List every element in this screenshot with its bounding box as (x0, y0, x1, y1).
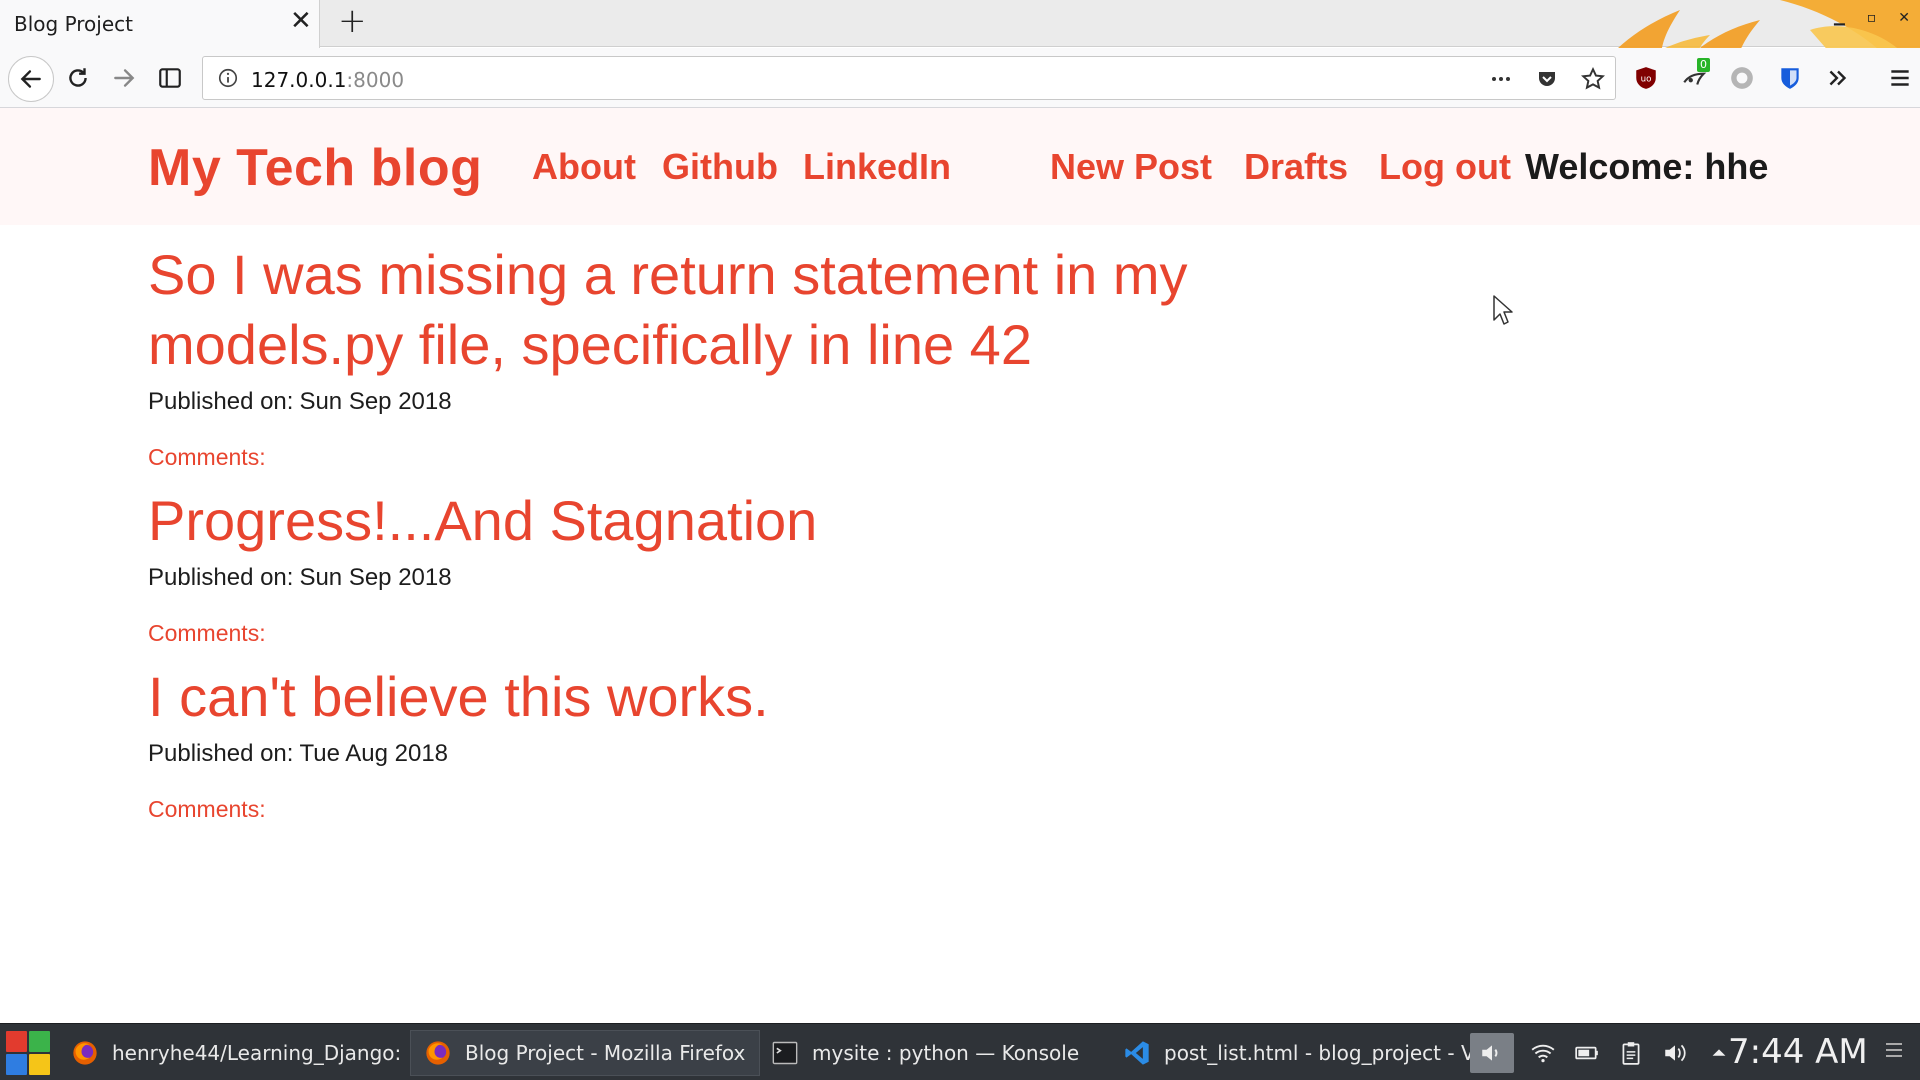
post-date-value: Tue Aug 2018 (299, 740, 449, 767)
tab-title: Blog Project (14, 12, 133, 36)
post-date-value: Sun Sep 2018 (299, 388, 452, 415)
post-comments-link[interactable]: Comments: (148, 444, 1228, 471)
post-title-link[interactable]: So I was missing a return statement in m… (148, 240, 1228, 380)
wifi-icon[interactable] (1528, 1038, 1558, 1068)
taskbar-clock[interactable]: 7:44 AM (1728, 1032, 1868, 1072)
close-tab-icon[interactable]: ✕ (290, 8, 312, 34)
taskbar-item-firefox[interactable]: Blog Project - Mozilla Firefox (410, 1030, 760, 1076)
nav-link-log-out[interactable]: Log out (1379, 146, 1511, 188)
post-date-label: Published on: (148, 564, 294, 591)
welcome-user: Welcome: hhe (1525, 146, 1769, 187)
forward-arrow-icon (114, 69, 135, 87)
site-header: My Tech blog About Github LinkedIn New P… (0, 108, 1920, 225)
nav-link-new-post[interactable]: New Post (1050, 146, 1212, 188)
post-date-label: Published on: (148, 388, 294, 415)
grey-circle-extension-icon[interactable] (1726, 58, 1758, 98)
close-window-icon[interactable]: ✕ (1898, 10, 1910, 26)
vscode-icon (1122, 1038, 1152, 1068)
post-date: Published on: Sun Sep 2018 (148, 388, 1228, 416)
start-tile-blue (6, 1054, 27, 1075)
sidebar-icon (159, 68, 181, 88)
tab-strip: Blog Project ✕ + ▁ ▫ ✕ (0, 0, 1920, 108)
extension-badge: 0 (1697, 58, 1710, 72)
battery-icon[interactable] (1572, 1038, 1602, 1068)
url-host: 127.0.0.1 (251, 68, 347, 92)
taskbar-item-github[interactable]: henryhe44/Learning_Django: Li... (58, 1030, 406, 1076)
overflow-menu-icon[interactable] (1822, 58, 1854, 98)
start-tile-red (6, 1031, 27, 1052)
bitwarden-icon[interactable] (1774, 58, 1806, 98)
post-title-link[interactable]: I can't believe this works. (148, 662, 1228, 732)
nav-link-github[interactable]: Github (662, 146, 778, 188)
post-title-link[interactable]: Progress!...And Stagnation (148, 486, 1228, 556)
speaker-muted-icon[interactable] (1470, 1033, 1514, 1073)
nav-link-drafts[interactable]: Drafts (1244, 146, 1348, 188)
maximize-icon[interactable]: ▫ (1867, 10, 1877, 26)
taskbar-item-label: henryhe44/Learning_Django: Li... (112, 1041, 406, 1065)
system-tray (1470, 1030, 1734, 1076)
mouse-cursor-icon (1493, 295, 1513, 325)
window-controls: ▁ ▫ ✕ (1834, 10, 1910, 26)
ublock-origin-icon[interactable]: uo (1630, 58, 1662, 98)
post-item: I can't believe this works. Published on… (148, 662, 1228, 823)
tracker-extension-icon[interactable]: 0 (1678, 58, 1710, 98)
post-item: So I was missing a return statement in m… (148, 240, 1228, 471)
post-date: Published on: Tue Aug 2018 (148, 740, 1228, 768)
post-date-label: Published on: (148, 740, 294, 767)
terminal-icon (770, 1038, 800, 1068)
url-actions (1487, 65, 1607, 93)
url-bar[interactable]: 127.0.0.1:8000 (202, 56, 1616, 100)
taskbar-item-vscode[interactable]: post_list.html - blog_project - Vi... (1110, 1030, 1470, 1076)
bookmark-star-icon[interactable] (1579, 65, 1607, 93)
nav-link-linkedin[interactable]: LinkedIn (803, 146, 951, 188)
clipboard-icon[interactable] (1616, 1038, 1646, 1068)
svg-text:uo: uo (1641, 74, 1652, 84)
start-tile-green (29, 1031, 50, 1052)
post-date: Published on: Sun Sep 2018 (148, 564, 1228, 592)
firefox-icon (423, 1038, 453, 1068)
taskbar-item-konsole[interactable]: mysite : python — Konsole (758, 1030, 1098, 1076)
panel-menu-icon[interactable] (1882, 1038, 1906, 1066)
navigation-toolbar: 127.0.0.1:8000 uo 0 (0, 48, 1920, 108)
forward-button[interactable] (104, 58, 144, 98)
taskbar: henryhe44/Learning_Django: Li... Blog Pr… (0, 1023, 1920, 1080)
url-port: :8000 (346, 68, 405, 92)
nav-link-about[interactable]: About (532, 146, 636, 188)
pocket-icon[interactable] (1533, 65, 1561, 93)
start-tile-yellow (29, 1054, 50, 1075)
firefox-icon (70, 1038, 100, 1068)
reload-button[interactable] (58, 58, 98, 98)
site-info-icon[interactable] (217, 67, 239, 89)
hamburger-menu-icon[interactable] (1884, 58, 1916, 98)
post-item: Progress!...And Stagnation Published on:… (148, 486, 1228, 647)
post-comments-link[interactable]: Comments: (148, 796, 1228, 823)
start-menu-button[interactable] (6, 1031, 50, 1075)
site-brand-link[interactable]: My Tech blog (148, 138, 482, 198)
back-arrow-icon (20, 70, 41, 88)
volume-icon[interactable] (1660, 1038, 1690, 1068)
back-button[interactable] (8, 56, 54, 102)
extensions-bar: uo 0 (1630, 58, 1916, 98)
taskbar-item-label: mysite : python — Konsole (812, 1041, 1080, 1065)
sidebar-button[interactable] (150, 58, 190, 98)
page-actions-icon[interactable] (1487, 65, 1515, 93)
minimize-icon[interactable]: ▁ (1834, 10, 1845, 26)
new-tab-button[interactable]: + (338, 4, 367, 38)
post-date-value: Sun Sep 2018 (299, 564, 452, 591)
post-comments-link[interactable]: Comments: (148, 620, 1228, 647)
tab-blog-project[interactable]: Blog Project ✕ (0, 0, 320, 48)
taskbar-item-label: Blog Project - Mozilla Firefox (465, 1041, 746, 1065)
taskbar-item-label: post_list.html - blog_project - Vi... (1164, 1041, 1470, 1065)
reload-icon (69, 68, 87, 87)
url-text[interactable]: 127.0.0.1:8000 (251, 68, 404, 92)
